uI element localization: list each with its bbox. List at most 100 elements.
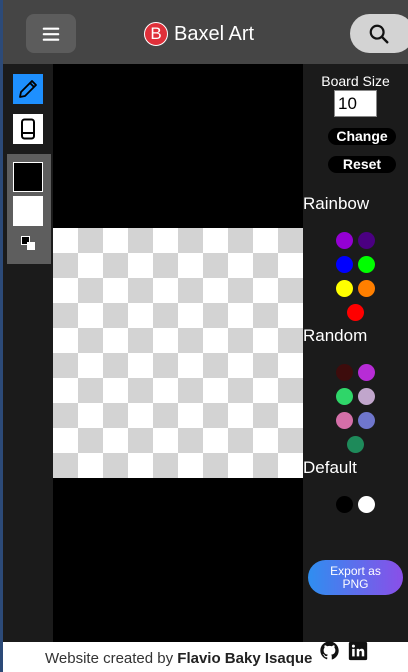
- board-cell[interactable]: [153, 353, 178, 378]
- board-cell[interactable]: [103, 403, 128, 428]
- board-cell[interactable]: [228, 428, 253, 453]
- board-cell[interactable]: [103, 303, 128, 328]
- board-cell[interactable]: [78, 353, 103, 378]
- board-cell[interactable]: [253, 453, 278, 478]
- board-cell[interactable]: [128, 253, 153, 278]
- board-cell[interactable]: [53, 278, 78, 303]
- board-cell[interactable]: [153, 403, 178, 428]
- board-cell[interactable]: [103, 328, 128, 353]
- board-cell[interactable]: [203, 253, 228, 278]
- board-cell[interactable]: [203, 353, 228, 378]
- board-cell[interactable]: [253, 428, 278, 453]
- board-cell[interactable]: [103, 353, 128, 378]
- board-cell[interactable]: [178, 453, 203, 478]
- search-button[interactable]: [350, 14, 408, 53]
- board-cell[interactable]: [78, 403, 103, 428]
- board-cell[interactable]: [228, 278, 253, 303]
- board-cell[interactable]: [78, 303, 103, 328]
- random-color-dot[interactable]: [358, 388, 375, 405]
- board-cell[interactable]: [53, 378, 78, 403]
- board-cell[interactable]: [78, 253, 103, 278]
- default-color-dot[interactable]: [336, 496, 353, 513]
- board-cell[interactable]: [128, 278, 153, 303]
- board-cell[interactable]: [278, 378, 303, 403]
- random-color-dot[interactable]: [358, 364, 375, 381]
- board-cell[interactable]: [253, 278, 278, 303]
- board-cell[interactable]: [278, 403, 303, 428]
- random-color-dot[interactable]: [358, 412, 375, 429]
- board-cell[interactable]: [53, 353, 78, 378]
- board-cell[interactable]: [203, 378, 228, 403]
- board-cell[interactable]: [253, 378, 278, 403]
- board-cell[interactable]: [278, 428, 303, 453]
- menu-button[interactable]: [26, 14, 76, 53]
- board-cell[interactable]: [53, 253, 78, 278]
- board-cell[interactable]: [53, 328, 78, 353]
- board-cell[interactable]: [178, 403, 203, 428]
- board-cell[interactable]: [153, 228, 178, 253]
- linkedin-icon[interactable]: [348, 641, 368, 661]
- board-cell[interactable]: [203, 303, 228, 328]
- rainbow-color-dot[interactable]: [358, 256, 375, 273]
- board-cell[interactable]: [103, 453, 128, 478]
- default-color-dot[interactable]: [358, 496, 375, 513]
- footer-author-link[interactable]: Flavio Baky Isaque: [177, 650, 312, 667]
- board-cell[interactable]: [203, 328, 228, 353]
- board-cell[interactable]: [278, 453, 303, 478]
- board-cell[interactable]: [103, 428, 128, 453]
- board-cell[interactable]: [253, 228, 278, 253]
- pixel-board[interactable]: [53, 228, 303, 478]
- random-color-dot[interactable]: [336, 388, 353, 405]
- rainbow-color-dot[interactable]: [336, 280, 353, 297]
- board-cell[interactable]: [53, 453, 78, 478]
- board-cell[interactable]: [178, 253, 203, 278]
- board-cell[interactable]: [78, 453, 103, 478]
- board-cell[interactable]: [228, 453, 253, 478]
- board-cell[interactable]: [253, 403, 278, 428]
- board-cell[interactable]: [228, 403, 253, 428]
- board-cell[interactable]: [128, 378, 153, 403]
- board-cell[interactable]: [53, 303, 78, 328]
- swap-colors-icon[interactable]: [19, 234, 37, 252]
- rainbow-color-dot[interactable]: [336, 256, 353, 273]
- board-cell[interactable]: [103, 253, 128, 278]
- board-cell[interactable]: [78, 378, 103, 403]
- board-cell[interactable]: [278, 303, 303, 328]
- board-cell[interactable]: [128, 403, 153, 428]
- eraser-tool-button[interactable]: [13, 114, 43, 144]
- change-button[interactable]: Change: [328, 128, 396, 145]
- board-cell[interactable]: [103, 278, 128, 303]
- board-cell[interactable]: [278, 253, 303, 278]
- board-size-input[interactable]: [334, 90, 377, 117]
- board-cell[interactable]: [203, 228, 228, 253]
- random-color-dot[interactable]: [347, 436, 364, 453]
- board-cell[interactable]: [228, 378, 253, 403]
- primary-color-swatch[interactable]: [13, 162, 43, 192]
- board-cell[interactable]: [178, 228, 203, 253]
- board-cell[interactable]: [128, 428, 153, 453]
- rainbow-color-dot[interactable]: [358, 232, 375, 249]
- random-color-dot[interactable]: [336, 364, 353, 381]
- board-cell[interactable]: [228, 353, 253, 378]
- board-cell[interactable]: [203, 403, 228, 428]
- board-cell[interactable]: [228, 253, 253, 278]
- board-cell[interactable]: [128, 353, 153, 378]
- board-cell[interactable]: [53, 403, 78, 428]
- board-cell[interactable]: [253, 328, 278, 353]
- board-cell[interactable]: [178, 278, 203, 303]
- board-cell[interactable]: [203, 453, 228, 478]
- board-cell[interactable]: [103, 228, 128, 253]
- rainbow-color-dot[interactable]: [336, 232, 353, 249]
- board-cell[interactable]: [178, 303, 203, 328]
- board-cell[interactable]: [153, 253, 178, 278]
- secondary-color-swatch[interactable]: [13, 196, 43, 226]
- board-cell[interactable]: [103, 378, 128, 403]
- board-cell[interactable]: [78, 228, 103, 253]
- board-cell[interactable]: [203, 278, 228, 303]
- board-cell[interactable]: [153, 303, 178, 328]
- board-cell[interactable]: [278, 278, 303, 303]
- board-cell[interactable]: [153, 278, 178, 303]
- github-icon[interactable]: [319, 640, 340, 661]
- board-cell[interactable]: [78, 428, 103, 453]
- board-cell[interactable]: [53, 228, 78, 253]
